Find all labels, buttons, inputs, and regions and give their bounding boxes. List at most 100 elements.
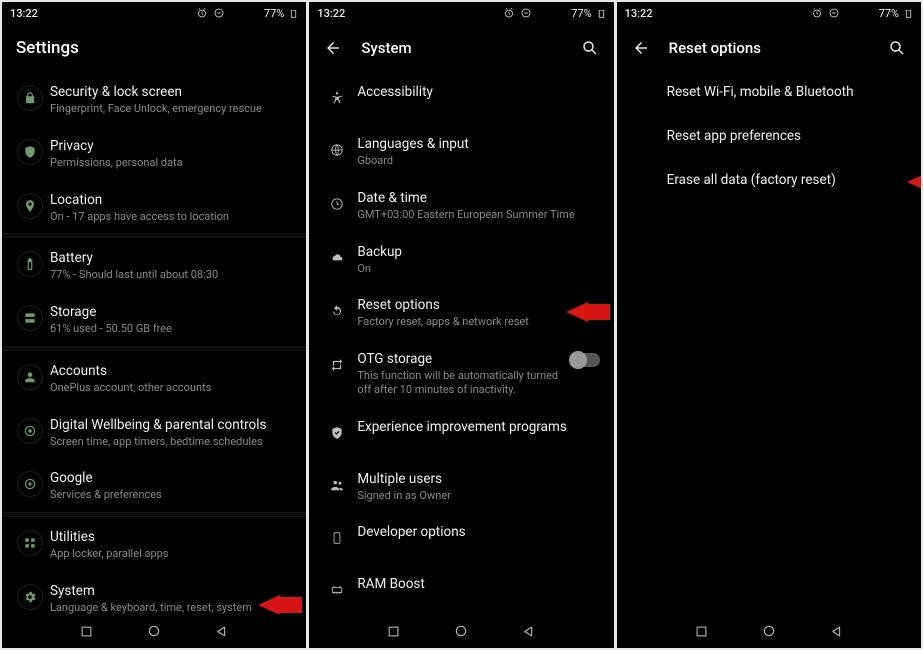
cloud-icon <box>324 245 350 271</box>
back-button[interactable] <box>631 38 651 58</box>
toggle[interactable] <box>570 353 600 367</box>
list-item[interactable]: Reset Wi-Fi, mobile & Bluetooth <box>617 72 921 116</box>
item-sub: GMT+03:00 Eastern European Summer Time <box>357 208 599 222</box>
nav-bar <box>617 614 921 648</box>
item-sub: App locker, parallel apps <box>50 547 292 561</box>
battery-pct: 77% <box>571 7 591 20</box>
item-label: Reset Wi-Fi, mobile & Bluetooth <box>667 84 907 100</box>
search-button[interactable] <box>580 38 600 58</box>
item-sub: Fingerprint, Face Unlock, emergency resc… <box>50 102 292 116</box>
dnd-icon <box>213 7 225 19</box>
item-sub: Screen time, app timers, bedtime schedul… <box>50 435 292 449</box>
accessibility-icon <box>324 85 350 111</box>
battery-icon <box>904 7 913 20</box>
list-item[interactable]: Accessibility <box>309 72 613 124</box>
item-sub: On - 17 apps have access to location <box>50 210 292 224</box>
list-item[interactable]: Utilities App locker, parallel apps <box>2 517 306 571</box>
screen-header: System <box>309 24 613 72</box>
nav-recent[interactable] <box>694 624 709 639</box>
list: Security & lock screen Fingerprint, Face… <box>2 72 306 614</box>
checkshield-icon <box>324 420 350 446</box>
item-label: Reset options <box>357 297 599 313</box>
list-item[interactable]: Storage 61% used - 50.50 GB free <box>2 292 306 346</box>
dnd-icon <box>520 7 532 19</box>
item-label: Reset app preferences <box>667 128 907 144</box>
list-item[interactable]: Battery 77% - Should last until about 08… <box>2 238 306 292</box>
screen-title: Reset options <box>669 39 869 57</box>
list-item[interactable]: OTG storage This function will be automa… <box>309 339 613 407</box>
item-label: Digital Wellbeing & parental controls <box>50 417 292 433</box>
screen-header: Reset options <box>617 24 921 72</box>
item-label: Battery <box>50 250 292 266</box>
item-label: Accessibility <box>357 84 599 100</box>
alarm-icon <box>811 7 823 19</box>
pointer-arrow <box>907 172 921 192</box>
list-item[interactable]: Experience improvement programs <box>309 407 613 459</box>
nav-home[interactable] <box>453 623 469 639</box>
item-sub: OnePlus account, other accounts <box>50 381 292 395</box>
status-bar: 13:22 77% <box>309 2 613 24</box>
nav-back[interactable] <box>829 624 844 639</box>
item-label: Languages & input <box>357 136 599 152</box>
screen-header: Settings <box>2 24 306 72</box>
phone-screen-1: 13:22 77% System Accessibility <box>309 2 613 648</box>
list-item[interactable]: Erase all data (factory reset) <box>617 160 921 204</box>
list-item[interactable]: Date & time GMT+03:00 Eastern European S… <box>309 178 613 232</box>
dnd-icon <box>828 7 840 19</box>
item-label: Backup <box>357 244 599 260</box>
back-button[interactable] <box>323 38 343 58</box>
nav-recent[interactable] <box>386 624 401 639</box>
wifi-icon <box>845 7 858 20</box>
item-label: Experience improvement programs <box>357 419 599 435</box>
list-item[interactable]: Privacy Permissions, personal data <box>2 126 306 180</box>
nav-home[interactable] <box>146 623 162 639</box>
screen-title: Settings <box>16 38 292 58</box>
item-sub: Signed in as Owner <box>357 489 599 503</box>
item-label: Privacy <box>50 138 292 154</box>
nav-home[interactable] <box>761 623 777 639</box>
list-item[interactable]: Reset options Factory reset, apps & netw… <box>309 285 613 339</box>
list-item[interactable]: Digital Wellbeing & parental controls Sc… <box>2 405 306 459</box>
item-sub: Factory reset, apps & network reset <box>357 315 599 329</box>
wellbeing-icon <box>17 418 43 444</box>
nav-back[interactable] <box>214 624 229 639</box>
list-item[interactable]: Location On - 17 apps have access to loc… <box>2 180 306 234</box>
item-label: Multiple users <box>357 471 599 487</box>
item-sub: This function will be automatically turn… <box>357 369 567 397</box>
list-item[interactable]: Reset app preferences <box>617 116 921 160</box>
system-icon <box>17 584 43 610</box>
nav-bar <box>309 614 613 648</box>
nav-recent[interactable] <box>79 624 94 639</box>
item-label: Security & lock screen <box>50 84 292 100</box>
account-icon <box>17 364 43 390</box>
item-label: Developer options <box>357 524 599 540</box>
nav-bar <box>2 614 306 648</box>
status-time: 13:22 <box>625 7 653 20</box>
list: Reset Wi-Fi, mobile & Bluetooth Reset ap… <box>617 72 921 614</box>
list-item[interactable]: Multiple users Signed in as Owner <box>309 459 613 513</box>
list-item[interactable]: Backup On <box>309 232 613 286</box>
list-item[interactable]: Developer options <box>309 512 613 564</box>
list-item[interactable]: Security & lock screen Fingerprint, Face… <box>2 72 306 126</box>
status-bar: 13:22 77% <box>2 2 306 24</box>
nav-back[interactable] <box>521 624 536 639</box>
utilities-icon <box>17 530 43 556</box>
ram-icon <box>324 577 350 603</box>
wifi-icon <box>537 7 550 20</box>
clock-icon <box>324 191 350 217</box>
list-item[interactable]: Google Services & preferences <box>2 458 306 512</box>
item-label: Accounts <box>50 363 292 379</box>
list-item[interactable]: Accounts OnePlus account, other accounts <box>2 351 306 405</box>
alarm-icon <box>503 7 515 19</box>
list-item[interactable]: RAM Boost <box>309 564 613 614</box>
list-item[interactable]: System Language & keyboard, time, reset,… <box>2 571 306 614</box>
list-item[interactable]: Languages & input Gboard <box>309 124 613 178</box>
status-time: 13:22 <box>10 7 38 20</box>
users-icon <box>324 472 350 498</box>
item-label: Erase all data (factory reset) <box>667 172 907 188</box>
cell-icon <box>248 8 259 19</box>
dev-icon <box>324 525 350 551</box>
cell-icon <box>863 8 874 19</box>
search-button[interactable] <box>887 38 907 58</box>
location-icon <box>17 193 43 219</box>
